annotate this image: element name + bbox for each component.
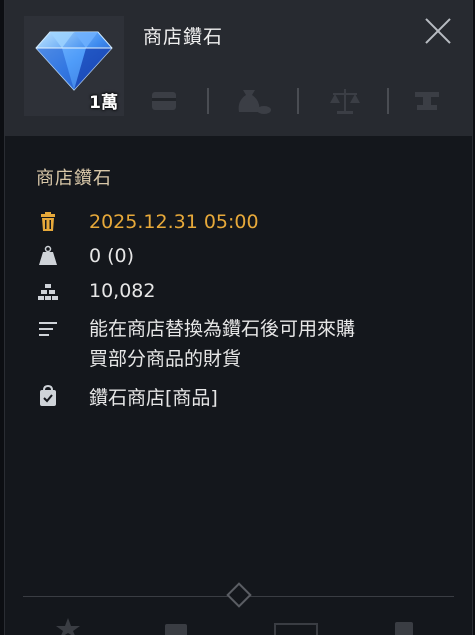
item-quantity: 1萬 — [89, 93, 118, 113]
scale-icon — [330, 89, 360, 114]
icon-separator — [387, 88, 389, 114]
star-icon[interactable] — [55, 618, 81, 635]
expiry-value: 2025.12.31 05:00 — [89, 211, 259, 233]
expiry-row: 2025.12.31 05:00 — [37, 207, 259, 237]
source-value: 鑽石商店[商品] — [89, 386, 218, 409]
footer-icon-row — [5, 618, 472, 635]
icon-separator — [297, 88, 299, 114]
weight-row: 0 (0) — [37, 241, 134, 271]
weight-value: 0 (0) — [89, 245, 135, 267]
frame-icon[interactable] — [273, 622, 319, 635]
item-tooltip-panel: 1萬 商店鑽石 商店鑽石 2025.12.31 05:00 0 (0) 10,0… — [4, 0, 473, 635]
description-line-2: 買部分商品的財貨 — [89, 348, 242, 370]
item-description: 能在商店替換為鑽石後可用來購 買部分商品的財貨 — [89, 314, 355, 374]
description-line-1: 能在商店替換為鑽石後可用來購 — [89, 318, 356, 340]
stack-row: 10,082 — [37, 276, 155, 306]
stack-value: 10,082 — [89, 280, 156, 302]
source-row: 鑽石商店[商品] — [37, 381, 218, 411]
header-icon-row — [145, 86, 445, 116]
item-name: 商店鑽石 — [143, 26, 224, 48]
stack-icon — [38, 284, 58, 300]
icon-separator — [207, 88, 209, 114]
chest-icon — [152, 92, 176, 110]
divider-ornament-icon — [226, 582, 252, 608]
trash-icon — [41, 212, 55, 231]
description-icon — [39, 322, 57, 336]
section-title: 商店鑽石 — [36, 168, 112, 189]
book-icon[interactable] — [163, 622, 189, 635]
bag-coin-icon — [238, 90, 271, 114]
card-icon[interactable] — [393, 620, 415, 635]
item-thumbnail: 1萬 — [24, 16, 124, 116]
weight-icon — [39, 245, 57, 265]
diamond-icon — [35, 31, 113, 91]
item-header: 1萬 商店鑽石 — [5, 0, 472, 136]
close-button[interactable] — [423, 16, 453, 46]
anvil-icon — [415, 92, 439, 110]
source-icon — [40, 385, 56, 406]
